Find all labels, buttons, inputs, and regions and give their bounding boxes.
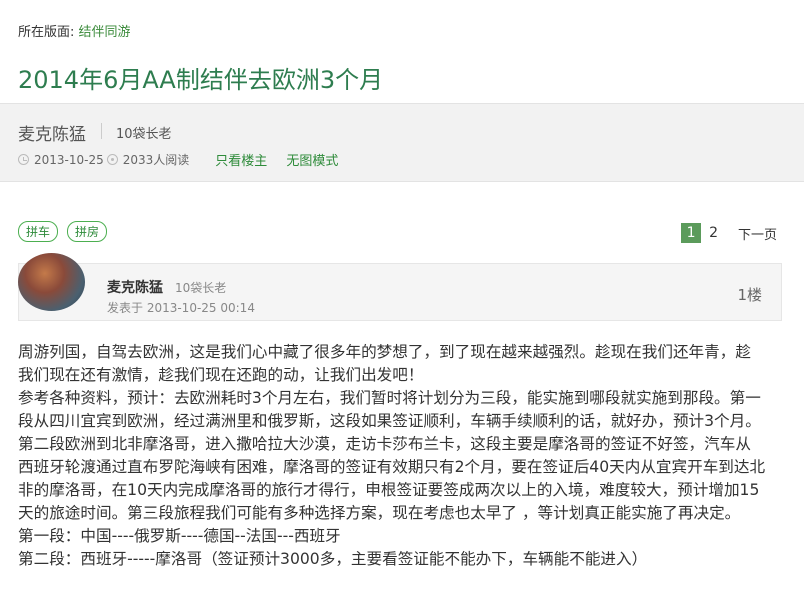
- body-line: 非的摩洛哥，在10天内完成摩洛哥的旅行才得行，申根签证要签成两次以上的入境，难度…: [18, 481, 760, 499]
- post-meta: 2013-10-25 2033人阅读 只看楼主 无图模式: [18, 150, 357, 169]
- forum-link[interactable]: 结伴同游: [79, 25, 131, 40]
- body-line: 天的旅途时间。第三段旅程我们可能有多种选择方案，现在考虑也太早了 ，等计划真正能…: [18, 504, 741, 522]
- body-line: 段从四川宜宾到欧洲，经过满洲里和俄罗斯，这段如果签证顺利，车辆手续顺利的话，就好…: [18, 412, 761, 430]
- body-line: 周游列国，自驾去欧洲，这是我们心中藏了很多年的梦想了，到了现在越来越强烈。趁现在…: [18, 343, 751, 361]
- clock-icon: [18, 154, 29, 165]
- only-op-link[interactable]: 只看楼主: [215, 150, 267, 169]
- page-current: 1: [681, 223, 702, 243]
- author-info-band: 麦克陈猛 10袋长老 2013-10-25 2033人阅读 只看楼主 无图模式: [0, 103, 804, 182]
- post-date: 2013-10-25: [34, 152, 104, 167]
- tag-room-share[interactable]: 拼房: [67, 221, 108, 242]
- body-line: 参考各种资料，预计：去欧洲耗时3个月左右，我们暂时将计划分为三段，能实施到哪段就…: [18, 389, 761, 407]
- floor-author-name[interactable]: 麦克陈猛: [107, 277, 163, 297]
- page-link-2[interactable]: 2: [709, 225, 718, 241]
- breadcrumb-label: 所在版面:: [18, 25, 75, 40]
- avatar[interactable]: [18, 253, 85, 311]
- breadcrumb: 所在版面: 结伴同游: [18, 21, 131, 40]
- eye-icon: [106, 154, 118, 165]
- tag-carpool[interactable]: 拼车: [18, 221, 59, 242]
- body-line: 第一段：中国----俄罗斯----德国--法国---西班牙: [18, 527, 341, 545]
- no-image-mode-link[interactable]: 无图模式: [286, 150, 338, 169]
- floor-number: 1楼: [737, 286, 762, 304]
- body-line: 第二段欧洲到北非摩洛哥，进入撒哈拉大沙漠，走访卡莎布兰卡，这段主要是摩洛哥的签证…: [18, 435, 751, 453]
- floor-author-level: 10袋长老: [175, 281, 227, 295]
- body-line: 我们现在还有激情，趁我们现在还跑的动，让我们出发吧！: [18, 366, 424, 384]
- divider: [101, 123, 102, 139]
- next-page-link[interactable]: 下一页: [738, 224, 777, 243]
- body-line: 西班牙轮渡通过直布罗陀海峡有困难，摩洛哥的签证有效期只有2个月，要在签证后40天…: [18, 458, 766, 476]
- author-name[interactable]: 麦克陈猛: [18, 120, 86, 145]
- floor-post-time: 发表于 2013-10-25 00:14: [107, 301, 255, 315]
- author-level: 10袋长老: [116, 127, 172, 142]
- pagination: 1 2 下一页: [681, 223, 777, 243]
- tag-list: 拼车 拼房: [18, 221, 116, 242]
- post-body: 周游列国，自驾去欧洲，这是我们心中藏了很多年的梦想了，到了现在越来越强烈。趁现在…: [18, 341, 786, 571]
- body-line: 第二段：西班牙-----摩洛哥（签证预计3000多，主要看签证能不能办下，车辆能…: [18, 550, 648, 568]
- view-count: 2033人阅读: [122, 153, 190, 167]
- post-title: 2014年6月AA制结伴去欧洲3个月: [18, 66, 384, 94]
